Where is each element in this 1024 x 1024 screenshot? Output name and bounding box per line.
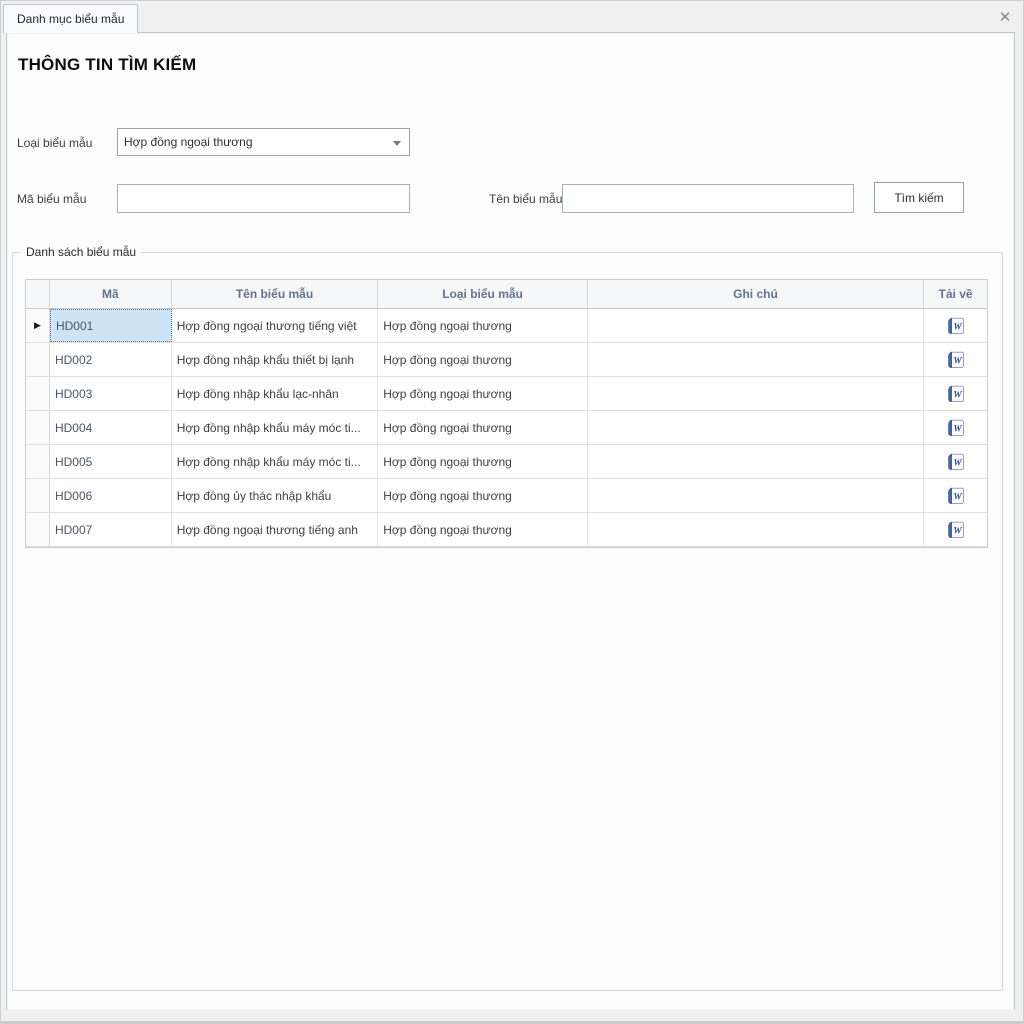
table-row[interactable]: ▶ HD001 Hợp đồng ngoại thương tiếng việt… <box>26 309 987 343</box>
cell-ma[interactable]: HD005 <box>50 445 172 478</box>
svg-text:W: W <box>953 424 962 434</box>
table-row[interactable]: HD002 Hợp đồng nhập khẩu thiết bị lạnh H… <box>26 343 987 377</box>
cell-ten[interactable]: Hợp đồng nhập khẩu thiết bị lạnh <box>172 343 379 376</box>
window-footer <box>1 1010 1023 1023</box>
cell-download[interactable]: W <box>924 343 987 376</box>
name-input[interactable] <box>562 184 854 213</box>
word-document-icon[interactable]: W <box>947 351 965 369</box>
cell-ten[interactable]: Hợp đồng ủy thác nhập khẩu <box>172 479 379 512</box>
grid-body: ▶ HD001 Hợp đồng ngoại thương tiếng việt… <box>26 309 987 547</box>
type-label: Loại biểu mẫu <box>17 136 92 150</box>
cell-ten[interactable]: Hợp đồng nhập khẩu máy móc ti... <box>172 411 379 444</box>
main-panel: THÔNG TIN TÌM KIẾM Loại biểu mẫu Hợp đồn… <box>6 32 1015 1011</box>
cell-loai[interactable]: Hợp đồng ngoại thương <box>378 479 588 512</box>
grid-header-row: Mã Tên biểu mẫu Loại biểu mẫu Ghi chú Tả… <box>26 280 987 309</box>
cell-ma[interactable]: HD006 <box>50 479 172 512</box>
cell-ghichu[interactable] <box>588 411 924 444</box>
groupbox-title: Danh sách biểu mẫu <box>21 245 141 259</box>
word-document-icon[interactable]: W <box>947 453 965 471</box>
tab-strip: Danh mục biểu mẫu ✕ <box>1 1 1023 32</box>
cell-loai[interactable]: Hợp đồng ngoại thương <box>378 513 588 546</box>
cell-ten[interactable]: Hợp đồng nhập khẩu máy móc ti... <box>172 445 379 478</box>
svg-text:W: W <box>953 390 962 400</box>
cell-loai[interactable]: Hợp đồng ngoại thương <box>378 309 588 342</box>
name-label: Tên biểu mẫu <box>489 192 562 206</box>
type-combobox-value: Hợp đồng ngoại thương <box>124 135 253 149</box>
type-combobox[interactable]: Hợp đồng ngoại thương <box>117 128 410 156</box>
cell-loai[interactable]: Hợp đồng ngoại thương <box>378 411 588 444</box>
word-document-icon[interactable]: W <box>947 487 965 505</box>
search-button[interactable]: Tìm kiếm <box>874 182 964 213</box>
svg-text:W: W <box>953 526 962 536</box>
table-row[interactable]: HD003 Hợp đồng nhập khẩu lạc-nhân Hợp đồ… <box>26 377 987 411</box>
cell-ma[interactable]: HD002 <box>50 343 172 376</box>
cell-ten[interactable]: Hợp đồng nhập khẩu lạc-nhân <box>172 377 379 410</box>
row-header-cell[interactable] <box>26 513 50 546</box>
cell-loai[interactable]: Hợp đồng ngoại thương <box>378 445 588 478</box>
cell-ghichu[interactable] <box>588 377 924 410</box>
word-document-icon[interactable]: W <box>947 317 965 335</box>
word-document-icon[interactable]: W <box>947 521 965 539</box>
close-icon[interactable]: ✕ <box>996 9 1014 27</box>
word-document-icon[interactable]: W <box>947 419 965 437</box>
column-header-ma[interactable]: Mã <box>50 280 172 308</box>
row-header-cell[interactable] <box>26 479 50 512</box>
svg-text:W: W <box>953 322 962 332</box>
word-document-icon[interactable]: W <box>947 385 965 403</box>
row-header-cell[interactable] <box>26 445 50 478</box>
table-row[interactable]: HD004 Hợp đồng nhập khẩu máy móc ti... H… <box>26 411 987 445</box>
template-grid: Mã Tên biểu mẫu Loại biểu mẫu Ghi chú Tả… <box>25 279 988 548</box>
row-header-cell[interactable] <box>26 377 50 410</box>
cell-ten[interactable]: Hợp đồng ngoại thương tiếng anh <box>172 513 379 546</box>
table-row[interactable]: HD005 Hợp đồng nhập khẩu máy móc ti... H… <box>26 445 987 479</box>
table-row[interactable]: HD006 Hợp đồng ủy thác nhập khẩu Hợp đồn… <box>26 479 987 513</box>
row-header-column <box>26 280 50 308</box>
cell-loai[interactable]: Hợp đồng ngoại thương <box>378 377 588 410</box>
cell-ghichu[interactable] <box>588 343 924 376</box>
svg-text:W: W <box>953 356 962 366</box>
cell-ma[interactable]: HD007 <box>50 513 172 546</box>
cell-ma[interactable]: HD003 <box>50 377 172 410</box>
tab-label: Danh mục biểu mẫu <box>17 12 124 26</box>
cell-download[interactable]: W <box>924 411 987 444</box>
current-row-indicator-icon: ▶ <box>34 321 41 330</box>
code-input[interactable] <box>117 184 410 213</box>
svg-text:W: W <box>953 492 962 502</box>
row-header-cell[interactable] <box>26 411 50 444</box>
dropdown-arrow-icon <box>393 141 401 146</box>
row-header-cell[interactable]: ▶ <box>26 309 50 342</box>
cell-ghichu[interactable] <box>588 479 924 512</box>
cell-download[interactable]: W <box>924 479 987 512</box>
cell-download[interactable]: W <box>924 377 987 410</box>
row-header-cell[interactable] <box>26 343 50 376</box>
svg-text:W: W <box>953 458 962 468</box>
cell-loai[interactable]: Hợp đồng ngoại thương <box>378 343 588 376</box>
cell-ma[interactable]: HD004 <box>50 411 172 444</box>
tab-danh-muc-bieu-mau[interactable]: Danh mục biểu mẫu <box>3 4 138 33</box>
cell-ten[interactable]: Hợp đồng ngoại thương tiếng việt <box>172 309 379 342</box>
code-label: Mã biểu mẫu <box>17 192 86 206</box>
app-window: Danh mục biểu mẫu ✕ THÔNG TIN TÌM KIẾM L… <box>0 0 1024 1024</box>
cell-ghichu[interactable] <box>588 445 924 478</box>
column-header-taive[interactable]: Tải về <box>924 280 987 308</box>
result-groupbox: Danh sách biểu mẫu Mã Tên biểu mẫu Loại … <box>12 252 1003 991</box>
cell-download[interactable]: W <box>924 309 987 342</box>
page-title: THÔNG TIN TÌM KIẾM <box>18 55 196 75</box>
cell-ma[interactable]: HD001 <box>50 309 172 342</box>
column-header-ten[interactable]: Tên biểu mẫu <box>172 280 379 308</box>
table-row[interactable]: HD007 Hợp đồng ngoại thương tiếng anh Hợ… <box>26 513 987 547</box>
column-header-loai[interactable]: Loại biểu mẫu <box>378 280 588 308</box>
cell-download[interactable]: W <box>924 513 987 546</box>
cell-ghichu[interactable] <box>588 513 924 546</box>
cell-ghichu[interactable] <box>588 309 924 342</box>
column-header-ghichu[interactable]: Ghi chú <box>588 280 924 308</box>
cell-download[interactable]: W <box>924 445 987 478</box>
